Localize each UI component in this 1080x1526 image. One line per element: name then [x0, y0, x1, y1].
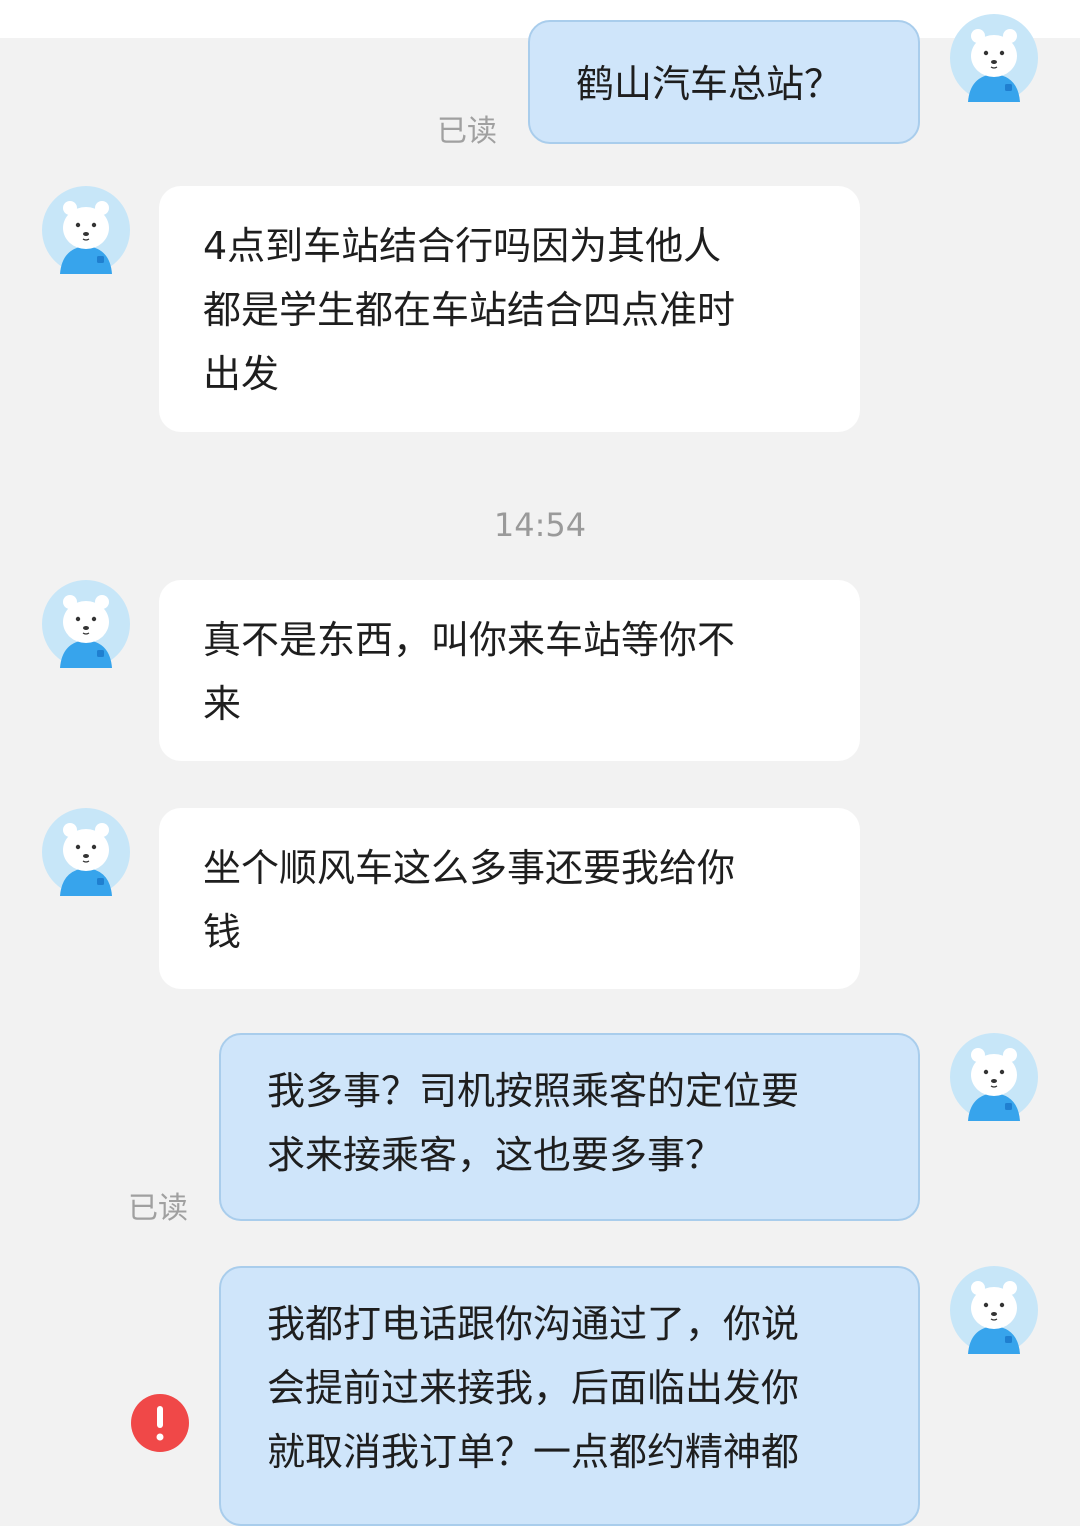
read-receipt: 已读 — [128, 1191, 188, 1226]
message-bubble-incoming[interactable]: 真不是东西，叫你来车站等你不 来 — [159, 580, 860, 761]
message-timestamp: 14:54 — [493, 506, 587, 544]
polar-bear-avatar-icon[interactable] — [42, 186, 130, 274]
message-bubble-incoming[interactable]: 4点到车站结合行吗因为其他人 都是学生都在车站结合四点准时 出发 — [159, 186, 860, 432]
read-receipt: 已读 — [437, 114, 497, 149]
polar-bear-avatar-icon[interactable] — [42, 808, 130, 896]
polar-bear-avatar-icon[interactable] — [950, 14, 1038, 102]
polar-bear-avatar-icon[interactable] — [42, 580, 130, 668]
message-bubble-outgoing[interactable]: 我都打电话跟你沟通过了，你说 会提前过来接我，后面临出发你 就取消我订单？一点都… — [219, 1266, 920, 1526]
polar-bear-avatar-icon[interactable] — [950, 1033, 1038, 1121]
message-bubble-outgoing[interactable]: 我多事？司机按照乘客的定位要 求来接乘客，这也要多事？ — [219, 1033, 920, 1221]
message-bubble-outgoing[interactable]: 鹤山汽车总站？ — [528, 20, 920, 144]
polar-bear-avatar-icon[interactable] — [950, 1266, 1038, 1354]
exclamation-icon[interactable] — [131, 1394, 189, 1452]
message-bubble-incoming[interactable]: 坐个顺风车这么多事还要我给你 钱 — [159, 808, 860, 989]
